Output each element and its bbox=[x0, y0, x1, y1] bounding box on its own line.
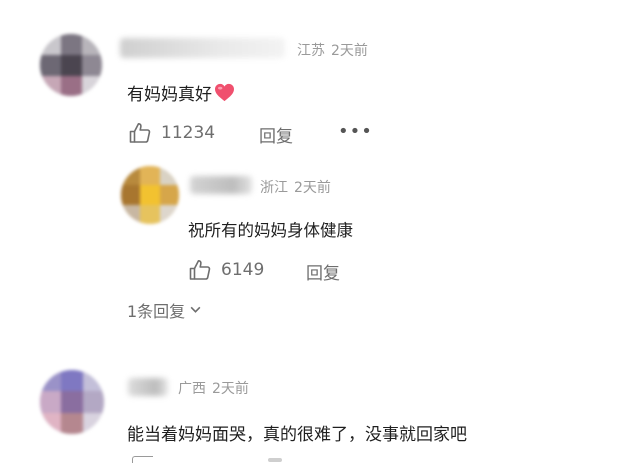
like-button[interactable]: 11234 bbox=[128, 121, 215, 145]
username[interactable] bbox=[128, 378, 168, 396]
username[interactable] bbox=[120, 38, 285, 58]
comment-meta: 广西 2天前 bbox=[178, 378, 249, 398]
reply-text: 祝所有的妈妈身体健康 bbox=[188, 221, 353, 240]
user-avatar[interactable] bbox=[40, 370, 104, 434]
thumbs-up-icon bbox=[128, 121, 152, 145]
timestamp: 2天前 bbox=[212, 381, 249, 397]
cut-off-action-row bbox=[128, 456, 288, 463]
thumbs-up-icon bbox=[188, 258, 212, 282]
reply-button[interactable]: 回复 bbox=[259, 122, 293, 147]
expand-replies-link[interactable]: 1条回复 bbox=[127, 298, 202, 322]
location: 广西 bbox=[178, 381, 206, 397]
comment-text: 能当着妈妈面哭，真的很难了，没事就回家吧 bbox=[127, 425, 467, 445]
reply-user-avatar[interactable] bbox=[121, 166, 179, 224]
location: 江苏 bbox=[297, 43, 325, 59]
location: 浙江 bbox=[260, 180, 288, 196]
chevron-down-icon bbox=[189, 301, 202, 320]
timestamp: 2天前 bbox=[331, 43, 368, 59]
reply-button[interactable]: 回复 bbox=[306, 259, 340, 284]
like-count: 6149 bbox=[221, 260, 265, 280]
reply-username[interactable] bbox=[190, 176, 252, 194]
comment-text: 有妈妈真好 bbox=[127, 80, 235, 107]
reply-like-button[interactable]: 6149 bbox=[188, 258, 264, 282]
heart-emoji bbox=[214, 83, 235, 107]
user-avatar[interactable] bbox=[40, 34, 102, 96]
like-count: 11234 bbox=[161, 123, 216, 143]
more-icon[interactable]: ••• bbox=[338, 121, 373, 142]
reply-meta: 浙江 2天前 bbox=[260, 177, 331, 197]
comment-meta: 江苏 2天前 bbox=[297, 40, 368, 60]
timestamp: 2天前 bbox=[294, 180, 331, 196]
